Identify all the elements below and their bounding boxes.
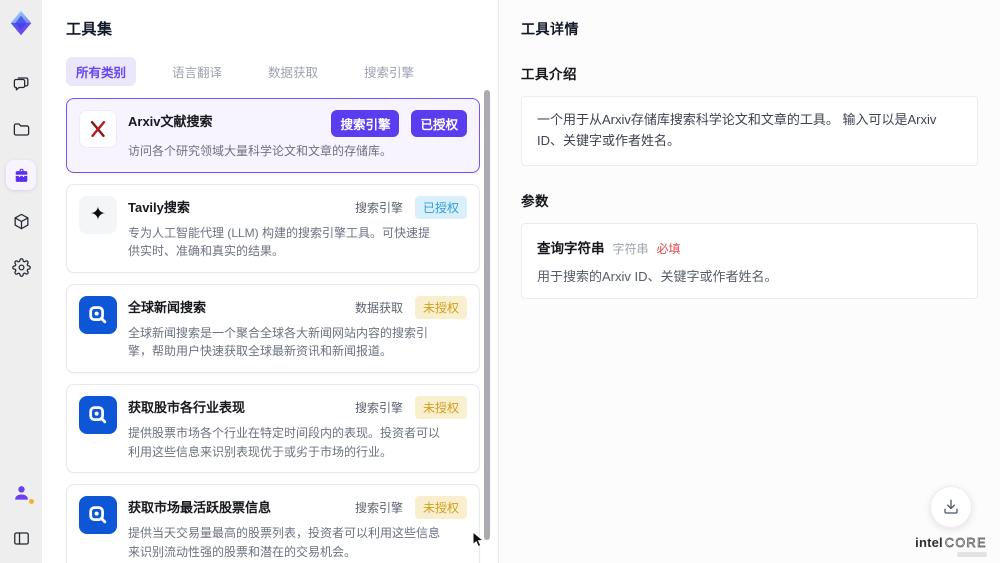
cube-icon bbox=[14, 213, 28, 229]
tool-description: 全球新闻搜索是一个聚合全球各大新闻网站内容的搜索引擎，帮助用户快速获取全球最新资… bbox=[128, 325, 429, 359]
tool-category-tag: 搜索引擎 bbox=[354, 200, 403, 215]
intel-core-logo: intel CORE bbox=[915, 535, 987, 550]
tool-description: 提供当天交易量最高的股票列表，投资者可以利用这些信息来识别流动性强的股票和潜在的… bbox=[128, 526, 441, 559]
category-tabs: 所有类别 语言翻译 数据获取 搜索引擎 bbox=[66, 57, 498, 86]
tool-name: 获取市场最活跃股票信息 bbox=[128, 500, 272, 516]
chat-icon bbox=[13, 76, 28, 90]
tab-2[interactable]: 数据获取 bbox=[258, 57, 328, 86]
tab-3[interactable]: 搜索引擎 bbox=[354, 57, 424, 86]
core-wordmark: CORE bbox=[944, 536, 987, 551]
blue-search-icon bbox=[79, 295, 117, 334]
tool-description: 访问各个研究领域大量科学论文和文章的存储库。 bbox=[128, 144, 393, 158]
param-description: 用于搜索的Arxiv ID、关键字或作者姓名。 bbox=[537, 268, 778, 284]
tool-card[interactable]: 获取股市各行业表现 搜索引擎 未授权 提供股票市场各个行业在特定时间段内的表现。… bbox=[66, 383, 480, 474]
tool-status-badge: 已授权 bbox=[411, 110, 467, 137]
tool-name: Arxiv文献搜索 bbox=[128, 114, 213, 129]
intro-card: 一个用于从Arxiv存储库搜索科学论文和文章的工具。 输入可以是Arxiv ID… bbox=[521, 96, 978, 166]
scrollbar-thumb[interactable] bbox=[484, 90, 490, 540]
tool-status-badge: 未授权 bbox=[414, 496, 467, 520]
tool-status-badge: 未授权 bbox=[414, 395, 467, 419]
panel-toggle-icon bbox=[13, 531, 29, 545]
intel-logo-subtext bbox=[957, 552, 987, 557]
app-logo-icon bbox=[6, 8, 36, 38]
sidebar-item-account[interactable] bbox=[6, 477, 36, 507]
toolbox-icon bbox=[15, 168, 27, 182]
tool-category-tag: 数据获取 bbox=[354, 300, 403, 315]
tool-card[interactable]: 获取市场最活跃股票信息 搜索引擎 未授权 提供当天交易量最高的股票列表，投资者可… bbox=[66, 484, 480, 563]
sidebar-item-models[interactable] bbox=[6, 206, 36, 236]
tool-name: 全球新闻搜索 bbox=[128, 299, 207, 315]
blue-search-icon bbox=[79, 395, 117, 434]
blue-search-icon bbox=[79, 496, 117, 535]
tool-details-pane: 工具详情 工具介绍 一个用于从Arxiv存储库搜索科学论文和文章的工具。 输入可… bbox=[498, 0, 1000, 563]
param-required-badge: 必填 bbox=[656, 241, 681, 256]
tavily-star-icon: ✦ bbox=[79, 195, 117, 234]
intel-wordmark: intel bbox=[915, 535, 943, 550]
tool-description: 提供股票市场各个行业在特定时间段内的表现。投资者可以利用这些信息来识别表现优于或… bbox=[128, 425, 441, 459]
params-heading: 参数 bbox=[521, 193, 549, 209]
param-type: 字符串 bbox=[612, 241, 649, 256]
tool-list-pane: 工具集 所有类别 语言翻译 数据获取 搜索引擎 Arxiv文献搜索 搜索引擎 已授权 … bbox=[42, 0, 498, 563]
param-name: 查询字符串 bbox=[537, 240, 605, 256]
tab-1[interactable]: 语言翻译 bbox=[162, 57, 232, 86]
tool-category-tag: 搜索引擎 bbox=[331, 110, 400, 137]
tool-card[interactable]: 全球新闻搜索 数据获取 未授权 全球新闻搜索是一个聚合全球各大新闻网站内容的搜索… bbox=[66, 283, 480, 373]
tool-list: Arxiv文献搜索 搜索引擎 已授权 访问各个研究领域大量科学论文和文章的存储库… bbox=[66, 98, 480, 563]
tool-card[interactable]: Arxiv文献搜索 搜索引擎 已授权 访问各个研究领域大量科学论文和文章的存储库… bbox=[66, 98, 480, 173]
mouse-cursor bbox=[472, 531, 485, 548]
page-title: 工具集 bbox=[66, 21, 113, 38]
tool-name: 获取股市各行业表现 bbox=[128, 399, 246, 415]
gear-icon bbox=[11, 257, 31, 277]
sidebar-item-chat[interactable] bbox=[6, 68, 36, 98]
app-window: 工具集 所有类别 语言翻译 数据获取 搜索引擎 Arxiv文献搜索 搜索引擎 已授权 … bbox=[0, 0, 1000, 563]
folder-icon bbox=[13, 122, 29, 136]
tab-0[interactable]: 所有类别 bbox=[66, 57, 137, 86]
tool-category-tag: 搜索引擎 bbox=[354, 501, 403, 516]
download-icon bbox=[944, 499, 958, 514]
tool-description: 专为人工智能代理 (LLM) 构建的搜索引擎工具。可快速提供实时、准确和真实的结… bbox=[128, 225, 431, 259]
user-status-dot bbox=[29, 499, 34, 504]
intro-heading: 工具介绍 bbox=[521, 67, 577, 82]
sidebar-item-collapse[interactable] bbox=[6, 523, 36, 553]
intro-text: 一个用于从Arxiv存储库搜索科学论文和文章的工具。 输入可以是Arxiv ID… bbox=[537, 112, 937, 148]
sidebar bbox=[0, 0, 42, 563]
arxiv-logo-icon bbox=[79, 110, 117, 148]
sidebar-item-settings[interactable] bbox=[6, 252, 36, 282]
tool-category-tag: 搜索引擎 bbox=[354, 400, 403, 415]
footer-cluster: intel CORE bbox=[915, 486, 987, 557]
tool-status-badge: 未授权 bbox=[414, 295, 467, 319]
details-title: 工具详情 bbox=[521, 21, 579, 37]
tool-card[interactable]: ✦ Tavily搜索 搜索引擎 已授权 专为人工智能代理 (LLM) 构建的搜索… bbox=[66, 183, 480, 273]
sidebar-item-tools[interactable] bbox=[6, 160, 36, 190]
download-button[interactable] bbox=[930, 486, 973, 528]
param-card: 查询字符串 字符串 必填 用于搜索的Arxiv ID、关键字或作者姓名。 bbox=[521, 222, 978, 299]
tool-name: Tavily搜索 bbox=[128, 199, 190, 215]
sidebar-item-files[interactable] bbox=[6, 114, 36, 144]
tool-status-badge: 已授权 bbox=[414, 195, 467, 219]
user-icon bbox=[14, 485, 28, 500]
